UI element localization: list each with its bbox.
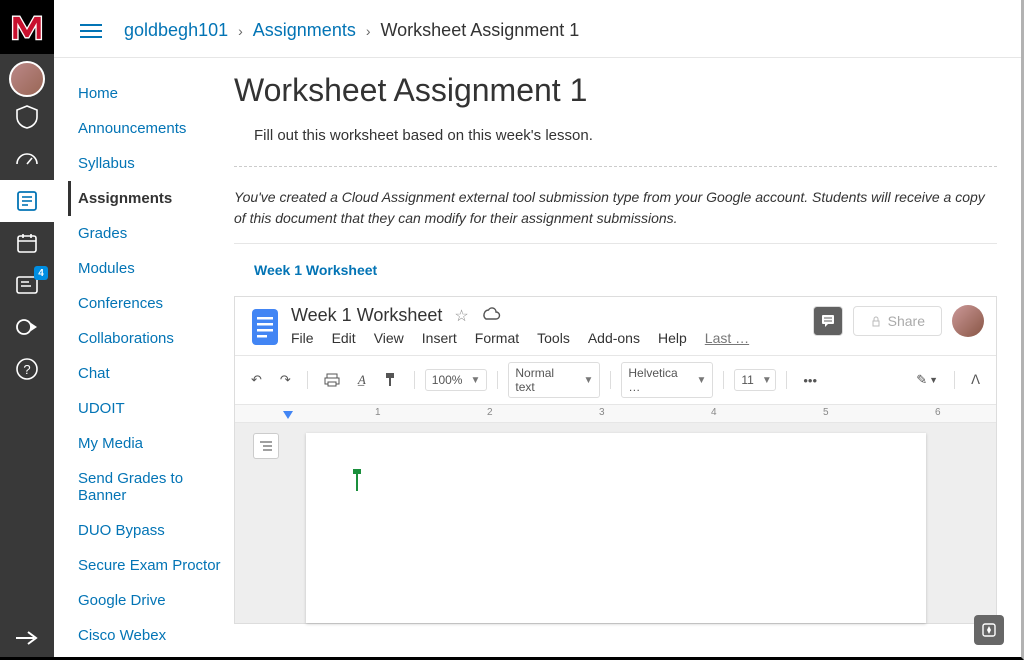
- course-nav-item[interactable]: Syllabus: [78, 146, 234, 181]
- redo-button[interactable]: ↷: [274, 368, 297, 392]
- course-nav-item[interactable]: Google Drive: [78, 583, 234, 618]
- doc-menu-item[interactable]: View: [374, 330, 404, 346]
- doc-menu-item[interactable]: File: [291, 330, 314, 346]
- doc-menu-item[interactable]: Edit: [332, 330, 356, 346]
- course-nav-item[interactable]: My Media: [78, 426, 234, 461]
- docs-logo-icon[interactable]: [247, 305, 283, 349]
- course-nav-item[interactable]: Announcements: [78, 111, 234, 146]
- ruler-mark: 1: [375, 407, 381, 418]
- nav-commons[interactable]: [0, 306, 54, 348]
- breadcrumb: goldbegh101 › Assignments › Worksheet As…: [54, 0, 1021, 58]
- font-size-select[interactable]: 11▼: [734, 369, 776, 391]
- institution-logo[interactable]: [0, 0, 54, 54]
- nav-dashboard[interactable]: [0, 138, 54, 180]
- avatar-icon: [9, 61, 45, 97]
- doc-menu-item[interactable]: Help: [658, 330, 687, 346]
- doc-last-edit[interactable]: Last …: [705, 330, 749, 346]
- font-select[interactable]: Helvetica …▼: [621, 362, 713, 398]
- chevron-right-icon: ›: [238, 23, 243, 39]
- print-button[interactable]: [318, 369, 346, 391]
- nav-account[interactable]: [0, 54, 54, 96]
- ruler-mark: 5: [823, 407, 829, 418]
- assignment-description: Fill out this worksheet based on this we…: [234, 127, 997, 144]
- ruler-mark: 4: [711, 407, 717, 418]
- paint-format-button[interactable]: [378, 368, 404, 392]
- nav-help[interactable]: ?: [0, 348, 54, 390]
- ruler-mark: 2: [487, 407, 493, 418]
- explore-button[interactable]: [974, 615, 1004, 645]
- collapse-toolbar-button[interactable]: ᐱ: [965, 368, 986, 392]
- course-nav-item[interactable]: DUO Bypass: [78, 513, 234, 548]
- editing-mode-button[interactable]: ✎ ▼: [910, 368, 944, 392]
- ruler-mark: 3: [599, 407, 605, 418]
- nav-inbox-badge: 4: [34, 266, 48, 280]
- doc-menu: File Edit View Insert Format Tools Add-ons Help…: [291, 330, 813, 346]
- ruler-mark: 6: [935, 407, 941, 418]
- nav-courses[interactable]: [0, 180, 54, 222]
- doc-ruler[interactable]: 1 2 3 4 5 6: [235, 405, 996, 423]
- course-nav: HomeAnnouncementsSyllabusAssignmentsGrad…: [54, 58, 234, 657]
- breadcrumb-current: Worksheet Assignment 1: [381, 20, 580, 41]
- cloud-assignment-notice: You've created a Cloud Assignment extern…: [234, 187, 997, 244]
- nav-inbox[interactable]: 4: [0, 264, 54, 306]
- svg-text:?: ?: [23, 362, 30, 377]
- page-title: Worksheet Assignment 1: [234, 72, 997, 109]
- doc-page[interactable]: [306, 433, 926, 623]
- outline-toggle[interactable]: [253, 433, 279, 459]
- chevron-right-icon: ›: [366, 23, 371, 39]
- course-nav-item[interactable]: Cisco Webex: [78, 618, 234, 653]
- course-nav-item[interactable]: Modules: [78, 251, 234, 286]
- doc-menu-item[interactable]: Format: [475, 330, 519, 346]
- indent-marker-icon[interactable]: [283, 411, 293, 421]
- zoom-select[interactable]: 100%▼: [425, 369, 488, 391]
- text-cursor: [356, 473, 358, 491]
- doc-toolbar: ↶ ↷ A̲ 100%▼ Normal text▼ Helvetica …▼: [235, 355, 996, 405]
- breadcrumb-course[interactable]: goldbegh101: [124, 20, 228, 41]
- course-nav-item[interactable]: Secure Exam Proctor: [78, 548, 234, 583]
- nav-admin[interactable]: [0, 96, 54, 138]
- collapse-nav-icon[interactable]: [14, 628, 40, 653]
- doc-menu-item[interactable]: Tools: [537, 330, 570, 346]
- style-select[interactable]: Normal text▼: [508, 362, 600, 398]
- course-nav-item[interactable]: Chat: [78, 356, 234, 391]
- global-nav: 4 ?: [0, 0, 54, 657]
- breadcrumb-section[interactable]: Assignments: [253, 20, 356, 41]
- course-nav-item[interactable]: Home: [78, 76, 234, 111]
- doc-menu-item[interactable]: Add-ons: [588, 330, 640, 346]
- nav-calendar[interactable]: [0, 222, 54, 264]
- undo-button[interactable]: ↶: [245, 368, 268, 392]
- document-link[interactable]: Week 1 Worksheet: [234, 262, 997, 278]
- course-nav-item[interactable]: Grades: [78, 216, 234, 251]
- spellcheck-button[interactable]: A̲: [352, 368, 372, 392]
- course-nav-item[interactable]: Conferences: [78, 286, 234, 321]
- more-button[interactable]: •••: [797, 369, 823, 392]
- menu-toggle-icon[interactable]: [80, 24, 102, 38]
- doc-menu-item[interactable]: Insert: [422, 330, 457, 346]
- doc-user-avatar[interactable]: [952, 305, 984, 337]
- course-nav-item[interactable]: Collaborations: [78, 321, 234, 356]
- doc-title[interactable]: Week 1 Worksheet: [291, 305, 442, 326]
- doc-canvas[interactable]: [235, 423, 996, 623]
- cloud-icon[interactable]: [481, 306, 501, 325]
- course-nav-item[interactable]: Assignments: [68, 181, 234, 216]
- share-button[interactable]: Share: [853, 306, 942, 336]
- course-nav-item[interactable]: Send Grades to Banner: [78, 461, 234, 513]
- course-nav-item[interactable]: UDOIT: [78, 391, 234, 426]
- embedded-doc: Week 1 Worksheet ☆ File Edit View Insert For…: [234, 296, 997, 624]
- star-icon[interactable]: ☆: [454, 306, 468, 326]
- comments-button[interactable]: [813, 306, 843, 336]
